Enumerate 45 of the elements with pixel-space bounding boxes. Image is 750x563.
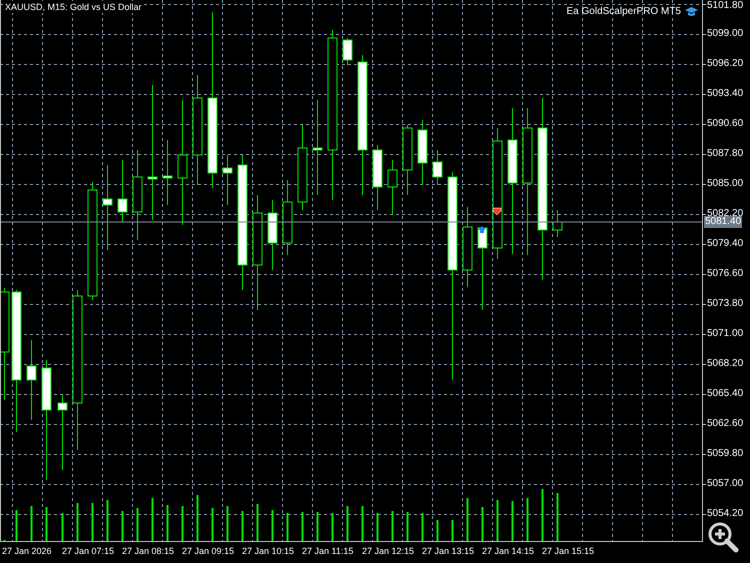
time-label: 27 Jan 10:15 (242, 545, 294, 557)
time-label: 27 Jan 08:15 (122, 545, 174, 557)
down-arrow-icon (492, 208, 502, 216)
time-label: 27 Jan 14:15 (482, 545, 534, 557)
expert-name: Ea GoldScalperPRO MT5 (566, 6, 681, 18)
price-label: 5079.40 (707, 238, 744, 250)
price-label: 5096.20 (707, 58, 744, 70)
time-label: 27 Jan 2026 (2, 545, 52, 557)
time-label: 27 Jan 09:15 (182, 545, 234, 557)
zoom-in-icon[interactable] (707, 521, 739, 553)
price-label: 5085.00 (707, 178, 744, 190)
price-label: 5101.80 (707, 0, 744, 12)
candlestick (222, 154, 232, 206)
price-label: 5099.00 (707, 28, 744, 40)
up-arrow-icon (478, 226, 486, 233)
candlestick (432, 150, 442, 186)
price-label: 5076.60 (707, 268, 744, 280)
price-label: 5065.40 (707, 388, 744, 400)
candlestick (342, 38, 352, 66)
candlestick (118, 160, 128, 222)
price-label: 5087.80 (707, 148, 744, 160)
time-label: 27 Jan 13:15 (422, 545, 474, 557)
time-label: 27 Jan 15:15 (542, 545, 594, 557)
price-label: 5062.60 (707, 418, 744, 430)
price-label: 5090.60 (707, 118, 744, 130)
time-label: 27 Jan 07:15 (62, 545, 114, 557)
candlestick (388, 160, 398, 216)
candlestick (402, 124, 412, 196)
candlestick (268, 200, 278, 270)
price-label: 5054.20 (707, 508, 744, 520)
current-price-label: 5081.40 (704, 216, 742, 228)
price-label: 5059.80 (707, 448, 744, 460)
candlestick (162, 140, 172, 206)
price-label: 5068.20 (707, 358, 744, 370)
price-label: 5071.00 (707, 328, 744, 340)
candlestick (372, 144, 382, 210)
time-label: 27 Jan 11:15 (302, 545, 354, 557)
price-label: 5093.40 (707, 88, 744, 100)
candlestick (418, 120, 428, 186)
graduation-cap-icon (685, 7, 698, 17)
candlestick (552, 210, 562, 238)
price-label: 5073.80 (707, 298, 744, 310)
time-label: 27 Jan 12:15 (362, 545, 414, 557)
chart-title: XAUUSD, M15: Gold vs US Dollar (5, 1, 142, 13)
price-label: 5057.00 (707, 478, 744, 490)
